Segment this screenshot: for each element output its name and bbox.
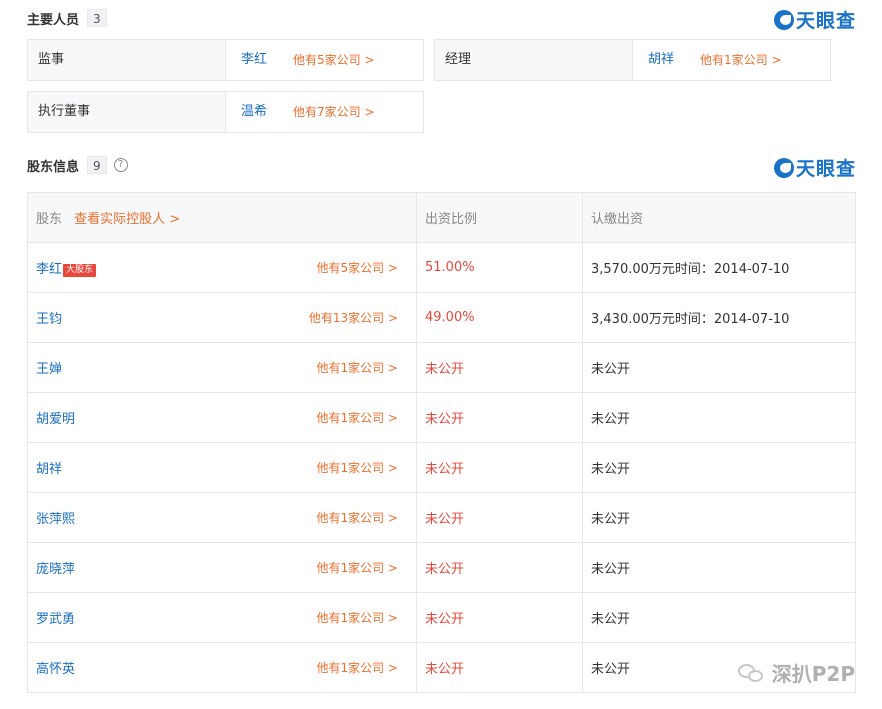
holder-companies-link[interactable]: 他有5家公司 > (316, 259, 398, 276)
key-personnel-count: 3 (87, 9, 107, 27)
ratio-cell: 未公开 (416, 592, 583, 643)
capital-cell: 3,430.00万元时间：2014-07-10 (582, 292, 856, 343)
person-card: 监事 李红 他有5家公司 > (27, 39, 424, 81)
holder-cell: 张萍熙 他有1家公司 > (27, 492, 417, 543)
ratio-cell: 49.00% (416, 292, 583, 343)
holder-companies-link[interactable]: 他有1家公司 > (316, 659, 398, 676)
holder-cell: 胡爱明 他有1家公司 > (27, 392, 417, 443)
actual-controller-link[interactable]: 查看实际控股人 > (74, 212, 180, 227)
capital-cell: 未公开 (582, 542, 856, 593)
table-row: 胡祥 他有1家公司 > 未公开 未公开 (27, 442, 856, 493)
capital-cell: 3,570.00万元时间：2014-07-10 (582, 242, 856, 293)
person-companies-link[interactable]: 他有1家公司 > (700, 40, 782, 80)
person-companies-link[interactable]: 他有7家公司 > (293, 92, 375, 132)
holder-companies-link[interactable]: 他有1家公司 > (316, 409, 398, 426)
help-icon[interactable]: ? (113, 158, 128, 172)
tianyancha-logo-icon (773, 157, 794, 178)
holder-column-label: 股东 (36, 212, 63, 227)
table-row: 庞晓萍 他有1家公司 > 未公开 未公开 (27, 542, 856, 593)
table-row: 高怀英 他有1家公司 > 未公开 未公开 (27, 642, 856, 693)
table-row: 张萍熙 他有1家公司 > 未公开 未公开 (27, 492, 856, 543)
holder-companies-link[interactable]: 他有1家公司 > (316, 609, 398, 626)
ratio-cell: 未公开 (416, 492, 583, 543)
holder-name[interactable]: 庞晓萍 (36, 562, 75, 577)
holder-name[interactable]: 王婵 (36, 362, 62, 377)
table-header-row: 股东 查看实际控股人 > 出资比例 认缴出资 (27, 192, 856, 243)
brand-logo[interactable]: 天眼查 (773, 154, 856, 181)
key-personnel-title: 主要人员 (27, 12, 80, 28)
holder-name[interactable]: 李红 (36, 262, 62, 277)
shareholders-count: 9 (87, 156, 107, 174)
brand-name: 天眼查 (795, 158, 856, 180)
shareholders-title: 股东信息 (27, 159, 80, 175)
person-name[interactable]: 胡祥 (633, 40, 674, 80)
ratio-cell: 51.00% (416, 242, 583, 293)
capital-cell: 未公开 (582, 342, 856, 393)
holder-name[interactable]: 王钧 (36, 312, 62, 327)
table-row: 罗武勇 他有1家公司 > 未公开 未公开 (27, 592, 856, 643)
holder-name[interactable]: 张萍熙 (36, 512, 75, 527)
holder-cell: 庞晓萍 他有1家公司 > (27, 542, 417, 593)
capital-cell: 未公开 (582, 492, 856, 543)
watermark: 深扒P2P (737, 658, 855, 687)
holder-companies-link[interactable]: 他有13家公司 > (309, 309, 398, 326)
holder-name[interactable]: 罗武勇 (36, 612, 75, 627)
table-row: 李红 大股东 他有5家公司 > 51.00% 3,570.00万元时间：2014-07-… (27, 242, 856, 293)
holder-companies-link[interactable]: 他有1家公司 > (316, 559, 398, 576)
person-role: 经理 (435, 40, 633, 80)
holder-name[interactable]: 胡爱明 (36, 412, 75, 427)
tianyancha-logo-icon (773, 9, 794, 30)
holder-cell: 王婵 他有1家公司 > (27, 342, 417, 393)
wechat-icon (737, 662, 766, 684)
table-row: 胡爱明 他有1家公司 > 未公开 未公开 (27, 392, 856, 443)
capital-cell: 未公开 (582, 392, 856, 443)
holder-cell: 李红 大股东 他有5家公司 > (27, 242, 417, 293)
column-header-holder: 股东 查看实际控股人 > (27, 192, 417, 243)
shareholders-header: 股东信息 9 ? (27, 155, 128, 175)
ratio-cell: 未公开 (416, 542, 583, 593)
holder-companies-link[interactable]: 他有1家公司 > (316, 509, 398, 526)
ratio-cell: 未公开 (416, 342, 583, 393)
person-companies-link[interactable]: 他有5家公司 > (293, 40, 375, 80)
holder-companies-link[interactable]: 他有1家公司 > (316, 359, 398, 376)
major-shareholder-badge: 大股东 (63, 264, 97, 277)
brand-logo[interactable]: 天眼查 (773, 6, 856, 33)
person-role: 监事 (28, 40, 226, 80)
holder-name[interactable]: 高怀英 (36, 662, 75, 677)
ratio-cell: 未公开 (416, 642, 583, 693)
table-row: 王钧 他有13家公司 > 49.00% 3,430.00万元时间：2014-07-10 (27, 292, 856, 343)
holder-cell: 王钧 他有13家公司 > (27, 292, 417, 343)
holder-companies-link[interactable]: 他有1家公司 > (316, 459, 398, 476)
person-name[interactable]: 李红 (226, 40, 267, 80)
shareholders-table: 股东 查看实际控股人 > 出资比例 认缴出资 李红 大股东 他有5家公司 > 51.0… (27, 192, 856, 693)
person-card: 执行董事 温希 他有7家公司 > (27, 91, 424, 133)
holder-name[interactable]: 胡祥 (36, 462, 62, 477)
watermark-text: 深扒P2P (771, 662, 855, 686)
holder-cell: 胡祥 他有1家公司 > (27, 442, 417, 493)
key-personnel-header: 主要人员 3 (27, 8, 107, 28)
capital-cell: 未公开 (582, 592, 856, 643)
person-role: 执行董事 (28, 92, 226, 132)
brand-name: 天眼查 (795, 10, 856, 32)
holder-cell: 罗武勇 他有1家公司 > (27, 592, 417, 643)
ratio-cell: 未公开 (416, 392, 583, 443)
table-row: 王婵 他有1家公司 > 未公开 未公开 (27, 342, 856, 393)
holder-cell: 高怀英 他有1家公司 > (27, 642, 417, 693)
person-card: 经理 胡祥 他有1家公司 > (434, 39, 831, 81)
person-name[interactable]: 温希 (226, 92, 267, 132)
column-header-ratio: 出资比例 (416, 192, 583, 243)
column-header-capital: 认缴出资 (582, 192, 856, 243)
ratio-cell: 未公开 (416, 442, 583, 493)
capital-cell: 未公开 (582, 442, 856, 493)
